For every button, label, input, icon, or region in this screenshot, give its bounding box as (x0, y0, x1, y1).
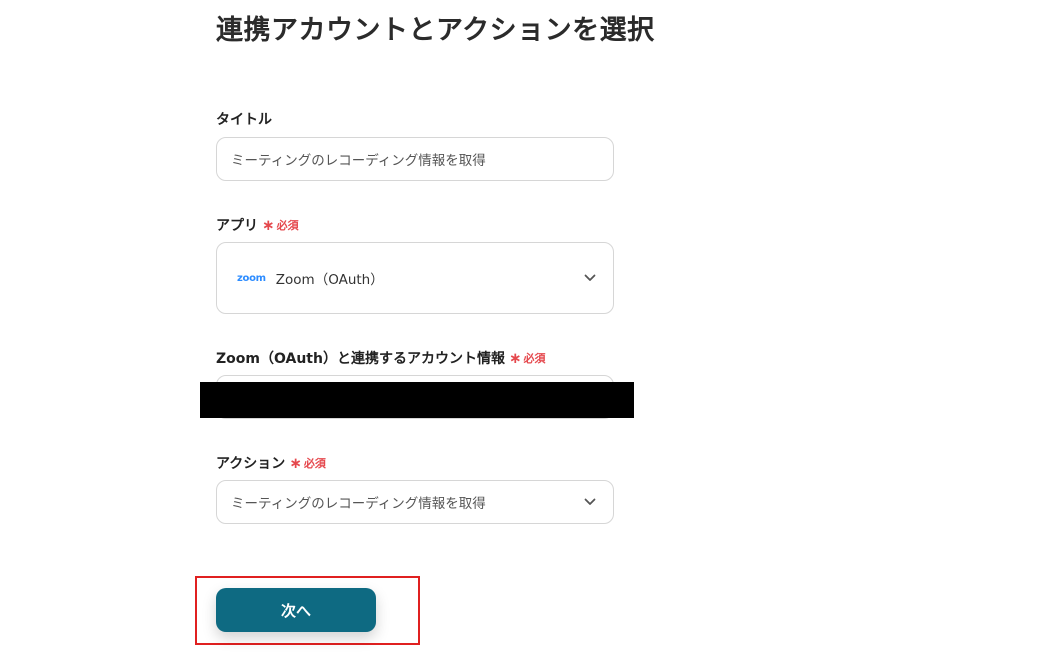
action-select[interactable]: ミーティングのレコーディング情報を取得 (216, 480, 614, 524)
zoom-logo-icon: zoom (237, 272, 266, 284)
action-select-value: ミーティングのレコーディング情報を取得 (231, 496, 486, 512)
title-field-label: タイトル (216, 109, 272, 129)
app-select[interactable]: zoom Zoom（OAuth） (216, 242, 614, 314)
app-select-content: zoom Zoom（OAuth） (231, 268, 384, 288)
app-field-label-text: アプリ (216, 218, 258, 234)
required-asterisk-icon: ∗ (508, 348, 522, 367)
page-title: 連携アカウントとアクションを選択 (216, 15, 655, 46)
required-badge: ∗ 必須 (289, 455, 326, 471)
required-asterisk-icon: ∗ (289, 453, 302, 472)
redaction-block (200, 382, 634, 418)
account-field-label: Zoom（OAuth）と連携するアカウント情報 ∗ 必須 (216, 348, 546, 368)
required-text: 必須 (276, 219, 299, 232)
app-field-label: アプリ ∗ 必須 (216, 215, 299, 235)
title-input-value: ミーティングのレコーディング情報を取得 (231, 153, 486, 169)
required-badge: ∗ 必須 (509, 350, 546, 366)
required-text: 必須 (523, 352, 546, 365)
action-field-label: アクション ∗ 必須 (216, 453, 326, 473)
required-badge: ∗ 必須 (262, 217, 299, 233)
title-input[interactable]: ミーティングのレコーディング情報を取得 (216, 137, 614, 181)
chevron-down-icon (583, 271, 597, 285)
required-asterisk-icon: ∗ (262, 215, 275, 234)
account-field-label-text: Zoom（OAuth）と連携するアカウント情報 (216, 351, 505, 367)
action-field-label-text: アクション (216, 456, 286, 472)
required-text: 必須 (303, 457, 326, 470)
app-select-value: Zoom（OAuth） (275, 272, 384, 288)
next-button[interactable]: 次へ (216, 588, 376, 632)
chevron-down-icon (583, 495, 597, 509)
title-field-label-text: タイトル (216, 112, 272, 128)
